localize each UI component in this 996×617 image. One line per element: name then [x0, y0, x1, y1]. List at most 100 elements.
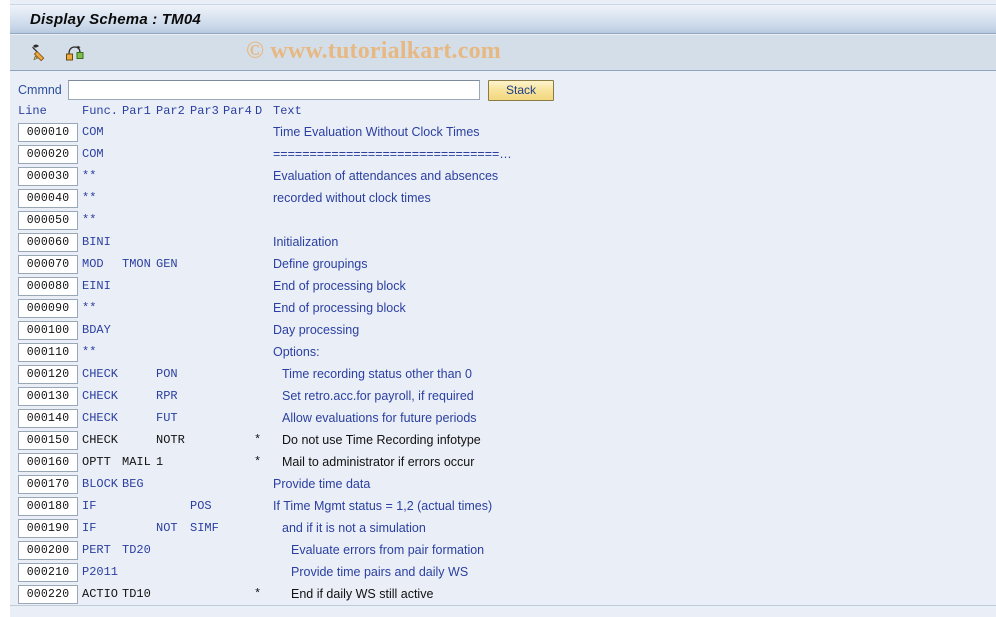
line-number-input[interactable]: 000020	[18, 145, 78, 164]
cell-text[interactable]: Define groupings	[273, 257, 368, 271]
cell-text[interactable]: recorded without clock times	[273, 191, 431, 205]
line-number-input[interactable]: 000200	[18, 541, 78, 560]
cell-func[interactable]: BDAY	[82, 323, 111, 337]
line-number-input[interactable]: 000080	[18, 277, 78, 296]
line-number-input[interactable]: 000120	[18, 365, 78, 384]
table-row[interactable]: 000140 CHECK FUT Allow evaluations for futu…	[10, 408, 996, 430]
cell-par1[interactable]: BEG	[122, 477, 144, 491]
line-number-input[interactable]: 000010	[18, 123, 78, 142]
table-row[interactable]: 000060 BINI Initialization	[10, 232, 996, 254]
table-row[interactable]: 000090 ** End of processing block	[10, 298, 996, 320]
cell-func[interactable]: CHECK	[82, 433, 118, 447]
cell-text[interactable]: End if daily WS still active	[291, 587, 433, 601]
cell-func[interactable]: CHECK	[82, 367, 118, 381]
cell-par2[interactable]: NOTR	[156, 433, 185, 447]
cell-func[interactable]: MOD	[82, 257, 104, 271]
cell-text[interactable]: Day processing	[273, 323, 359, 337]
line-number-input[interactable]: 000170	[18, 475, 78, 494]
cell-func[interactable]: EINI	[82, 279, 111, 293]
cell-func[interactable]: COM	[82, 125, 104, 139]
line-number-input[interactable]: 000160	[18, 453, 78, 472]
cell-func[interactable]: P2011	[82, 565, 118, 579]
cell-func[interactable]: CHECK	[82, 411, 118, 425]
cell-func[interactable]: BINI	[82, 235, 111, 249]
table-row[interactable]: 000160 OPTT MAIL 1 * Mail to administrator if…	[10, 452, 996, 474]
cell-text[interactable]: End of processing block	[273, 279, 406, 293]
cell-func[interactable]: BLOCK	[82, 477, 118, 491]
cell-text[interactable]: Allow evaluations for future periods	[282, 411, 477, 425]
cell-text[interactable]: Time Evaluation Without Clock Times	[273, 125, 480, 139]
cell-text[interactable]: Options:	[273, 345, 320, 359]
line-number-input[interactable]: 000130	[18, 387, 78, 406]
cell-func[interactable]: **	[82, 213, 96, 227]
cell-text[interactable]: Provide time data	[273, 477, 370, 491]
cell-text[interactable]: Do not use Time Recording infotype	[282, 433, 481, 447]
cell-par2[interactable]: RPR	[156, 389, 178, 403]
cell-par2[interactable]: FUT	[156, 411, 178, 425]
cell-func[interactable]: **	[82, 169, 96, 183]
line-number-input[interactable]: 000190	[18, 519, 78, 538]
table-row[interactable]: 000110 ** Options:	[10, 342, 996, 364]
line-number-input[interactable]: 000140	[18, 409, 78, 428]
cell-par2[interactable]: NOT	[156, 521, 178, 535]
table-row[interactable]: 000030 ** Evaluation of attendances and ab…	[10, 166, 996, 188]
table-row[interactable]: 000100 BDAY Day processing	[10, 320, 996, 342]
cell-func[interactable]: CHECK	[82, 389, 118, 403]
cell-par2[interactable]: 1	[156, 455, 163, 469]
cell-par1[interactable]: MAIL	[122, 455, 151, 469]
line-number-input[interactable]: 000110	[18, 343, 78, 362]
cell-text[interactable]: Time recording status other than 0	[282, 367, 472, 381]
line-number-input[interactable]: 000090	[18, 299, 78, 318]
cell-d-flag[interactable]: *	[254, 455, 261, 469]
table-row[interactable]: 000020 COM ===============================…	[10, 144, 996, 166]
table-row[interactable]: 000170 BLOCK BEG Provide time data	[10, 474, 996, 496]
edit-pencil-icon[interactable]	[26, 40, 52, 66]
line-number-input[interactable]: 000030	[18, 167, 78, 186]
cell-func[interactable]: PERT	[82, 543, 111, 557]
cell-d-flag[interactable]: *	[254, 587, 261, 601]
cell-text[interactable]: Mail to administrator if errors occur	[282, 455, 474, 469]
line-number-input[interactable]: 000050	[18, 211, 78, 230]
cell-text[interactable]: Initialization	[273, 235, 338, 249]
line-number-input[interactable]: 000150	[18, 431, 78, 450]
table-row[interactable]: 000070 MOD TMON GEN Define groupings	[10, 254, 996, 276]
cell-func[interactable]: IF	[82, 499, 96, 513]
table-row[interactable]: 000010 COM Time Evaluation Without Clock T…	[10, 122, 996, 144]
table-row[interactable]: 000220 ACTIO TD10 * End if daily WS still ac…	[10, 584, 996, 606]
cell-par3[interactable]: SIMF	[190, 521, 219, 535]
line-number-input[interactable]: 000220	[18, 585, 78, 604]
line-number-input[interactable]: 000040	[18, 189, 78, 208]
table-row[interactable]: 000150 CHECK NOTR * Do not use Time Recordin…	[10, 430, 996, 452]
table-row[interactable]: 000190 IF NOT SIMF and if it is not a simula…	[10, 518, 996, 540]
cell-par1[interactable]: TD20	[122, 543, 151, 557]
cell-text[interactable]: Provide time pairs and daily WS	[291, 565, 468, 579]
command-input[interactable]	[68, 80, 480, 100]
cell-text[interactable]: Evaluate errors from pair formation	[291, 543, 484, 557]
cell-par2[interactable]: GEN	[156, 257, 178, 271]
cell-text[interactable]: ===============================…	[273, 147, 512, 161]
table-row[interactable]: 000180 IF POS If Time Mgmt status = 1,2 (ac…	[10, 496, 996, 518]
cell-par1[interactable]: TMON	[122, 257, 151, 271]
line-number-input[interactable]: 000060	[18, 233, 78, 252]
cell-func[interactable]: ACTIO	[82, 587, 118, 601]
cell-d-flag[interactable]: *	[254, 433, 261, 447]
line-number-input[interactable]: 000210	[18, 563, 78, 582]
table-row[interactable]: 000210 P2011 Provide time pairs and daily …	[10, 562, 996, 584]
hierarchy-node-icon[interactable]	[62, 40, 88, 66]
table-row[interactable]: 000130 CHECK RPR Set retro.acc.for payroll,…	[10, 386, 996, 408]
cell-func[interactable]: IF	[82, 521, 96, 535]
table-row[interactable]: 000040 ** recorded without clock times	[10, 188, 996, 210]
cell-text[interactable]: End of processing block	[273, 301, 406, 315]
table-row[interactable]: 000120 CHECK PON Time recording status othe…	[10, 364, 996, 386]
stack-button[interactable]: Stack	[488, 79, 554, 101]
line-number-input[interactable]: 000070	[18, 255, 78, 274]
cell-text[interactable]: Evaluation of attendances and absences	[273, 169, 498, 183]
table-row[interactable]: 000080 EINI End of processing block	[10, 276, 996, 298]
cell-func[interactable]: **	[82, 345, 96, 359]
table-row[interactable]: 000200 PERT TD20 Evaluate errors from pair …	[10, 540, 996, 562]
cell-text[interactable]: Set retro.acc.for payroll, if required	[282, 389, 474, 403]
cell-func[interactable]: **	[82, 191, 96, 205]
cell-func[interactable]: OPTT	[82, 455, 111, 469]
cell-func[interactable]: **	[82, 301, 96, 315]
table-row[interactable]: 000050 **	[10, 210, 996, 232]
